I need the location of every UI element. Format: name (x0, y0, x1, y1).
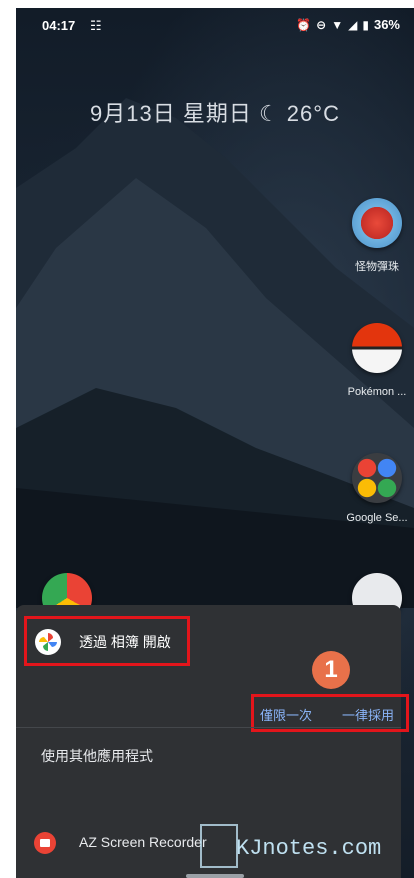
incognito-icon: ☷ (90, 18, 102, 33)
watermark: KJnotes.com (188, 818, 414, 878)
sheet-divider (16, 727, 401, 728)
wifi-icon: ▼ (331, 17, 344, 32)
open-with-label: 透過 相簿 開啟 (79, 634, 171, 650)
watermark-logo-icon (200, 824, 238, 868)
google-photos-icon (35, 629, 61, 655)
app-label-pokemon: Pokémon ... (347, 386, 407, 398)
app-label-google: Google Se... (346, 512, 408, 524)
monster-strike-app-icon[interactable] (352, 198, 402, 248)
battery-icon: ▮ (362, 17, 369, 32)
battery-percent: 36% (373, 17, 400, 32)
status-bar: 04:17 ☷ ⏰ ⊖ ▼ ◢ ▮ 36% (16, 8, 414, 42)
watermark-text: KJnotes.com (236, 836, 382, 861)
az-recorder-icon (34, 832, 56, 854)
always-button[interactable]: 一律採用 (342, 705, 394, 724)
google-folder-icon[interactable] (352, 453, 402, 503)
alarm-icon: ⏰ (296, 17, 312, 32)
status-icons: ⏰ ⊖ ▼ ◢ ▮ 36% (296, 17, 400, 32)
phone-screen: 04:17 ☷ ⏰ ⊖ ▼ ◢ ▮ 36% 9月13日 星期日 ☾ 26°C 怪… (16, 8, 414, 878)
open-with-photos-row[interactable]: 透過 相簿 開啟 (24, 616, 190, 666)
pokemon-app-icon[interactable] (352, 323, 402, 373)
dnd-icon: ⊖ (316, 17, 327, 32)
other-apps-title: 使用其他應用程式 (41, 748, 153, 764)
signal-icon: ◢ (348, 17, 358, 32)
just-once-button[interactable]: 僅限一次 (260, 705, 312, 724)
status-time: 04:17 (42, 18, 76, 33)
app-label-monster-strike: 怪物彈珠 (355, 261, 399, 273)
step-number-badge: 1 (312, 651, 350, 689)
date-weather-widget[interactable]: 9月13日 星期日 ☾ 26°C (16, 96, 414, 128)
